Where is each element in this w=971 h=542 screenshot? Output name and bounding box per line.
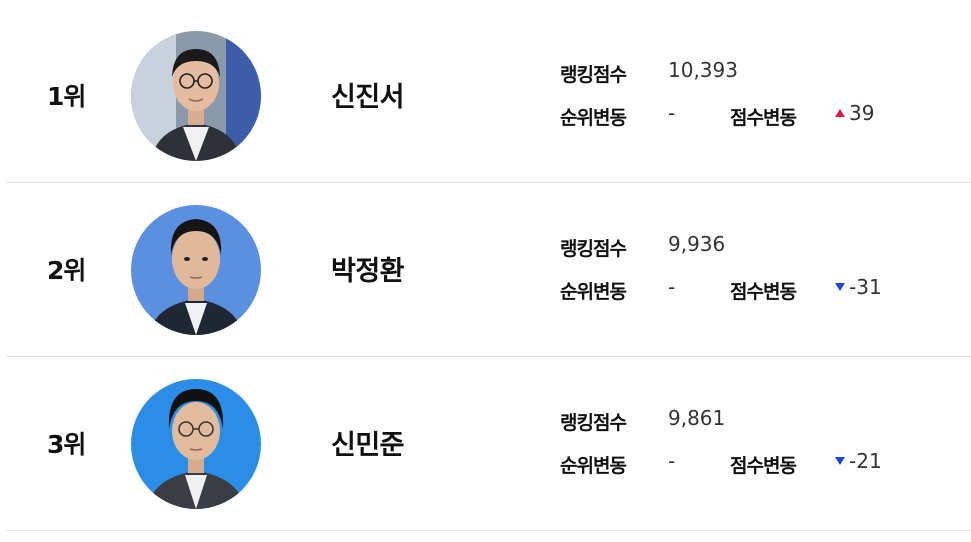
triangle-down-icon — [835, 456, 845, 465]
ranking-row[interactable]: 2위 박정환 랭킹점수 9,936 순위변동 - 점수변동 -31 — [6, 183, 971, 357]
ranking-score-label: 랭킹점수 — [560, 412, 627, 434]
score-change-label: 점수변동 — [730, 281, 797, 303]
score-change-label: 점수변동 — [730, 107, 797, 129]
score-change-value: -21 — [849, 449, 882, 473]
rank-label: 3위 — [47, 430, 86, 459]
player-photo-image — [131, 205, 261, 335]
ranking-score-value: 10,393 — [668, 58, 738, 82]
score-change: -31 — [835, 275, 882, 299]
ranking-list: 1위 신진서 랭킹점수 10,393 순위변동 - 점수변동 39 2위 박정환… — [0, 0, 971, 542]
ranking-score-value: 9,861 — [668, 406, 726, 430]
player-photo-image — [131, 31, 261, 161]
ranking-score-label: 랭킹점수 — [560, 64, 627, 86]
rank-change-label: 순위변동 — [560, 281, 627, 303]
player-photo[interactable] — [131, 205, 261, 335]
rank-change-value: - — [668, 101, 676, 125]
player-name[interactable]: 신진서 — [331, 75, 405, 114]
ranking-score-value: 9,936 — [668, 232, 726, 256]
ranking-row[interactable]: 1위 신진서 랭킹점수 10,393 순위변동 - 점수변동 39 — [6, 9, 971, 183]
score-change-value: -31 — [849, 275, 882, 299]
rank-change-value: - — [668, 275, 676, 299]
ranking-score-label: 랭킹점수 — [560, 238, 627, 260]
ranking-row[interactable]: 3위 신민준 랭킹점수 9,861 순위변동 - 점수변동 -21 — [6, 357, 971, 531]
triangle-down-icon — [835, 282, 845, 291]
player-name[interactable]: 박정환 — [331, 249, 405, 288]
player-name[interactable]: 신민준 — [331, 423, 405, 462]
score-change: 39 — [835, 101, 874, 125]
triangle-up-icon — [835, 108, 845, 117]
score-change-label: 점수변동 — [730, 455, 797, 477]
player-photo[interactable] — [131, 379, 261, 509]
player-photo[interactable] — [131, 31, 261, 161]
rank-change-label: 순위변동 — [560, 107, 627, 129]
rank-label: 2위 — [47, 256, 86, 285]
score-change: -21 — [835, 449, 882, 473]
rank-change-value: - — [668, 449, 676, 473]
player-photo-image — [131, 379, 261, 509]
score-change-value: 39 — [849, 101, 875, 125]
rank-label: 1위 — [47, 82, 86, 111]
rank-change-label: 순위변동 — [560, 455, 627, 477]
